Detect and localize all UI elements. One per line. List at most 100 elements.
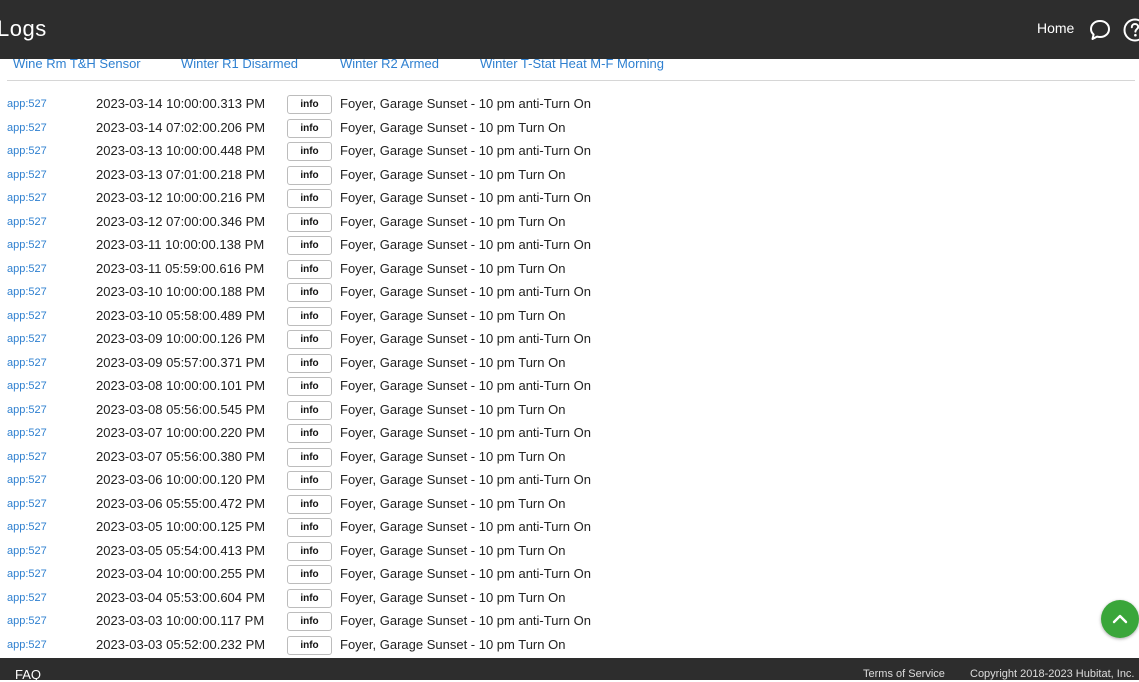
- log-source-link[interactable]: app:527: [7, 216, 47, 228]
- log-message: Foyer, Garage Sunset - 10 pm anti-Turn O…: [340, 519, 591, 534]
- log-message: Foyer, Garage Sunset - 10 pm anti-Turn O…: [340, 190, 591, 205]
- log-timestamp: 2023-03-09 05:57:00.371 PM: [96, 355, 265, 370]
- log-level-badge: info: [287, 424, 332, 443]
- top-bar: Logs Home: [0, 0, 1139, 59]
- page-title: Logs: [0, 16, 47, 42]
- log-message: Foyer, Garage Sunset - 10 pm Turn On: [340, 496, 565, 511]
- log-source-link[interactable]: app:527: [7, 498, 47, 510]
- footer: FAQ Terms of Service Copyright 2018-2023…: [0, 658, 1139, 680]
- log-source-link[interactable]: app:527: [7, 404, 47, 416]
- log-row: app:5272023-03-04 05:53:00.604 PMinfoFoy…: [0, 586, 1139, 610]
- log-source-link[interactable]: app:527: [7, 239, 47, 251]
- divider: [7, 80, 1135, 81]
- log-level-badge: info: [287, 307, 332, 326]
- log-timestamp: 2023-03-14 10:00:00.313 PM: [96, 96, 265, 111]
- log-message: Foyer, Garage Sunset - 10 pm Turn On: [340, 637, 565, 652]
- log-timestamp: 2023-03-10 10:00:00.188 PM: [96, 284, 265, 299]
- log-level-badge: info: [287, 636, 332, 655]
- log-source-link[interactable]: app:527: [7, 427, 47, 439]
- home-link[interactable]: Home: [1037, 20, 1074, 36]
- log-timestamp: 2023-03-05 05:54:00.413 PM: [96, 543, 265, 558]
- log-timestamp: 2023-03-08 10:00:00.101 PM: [96, 378, 265, 393]
- log-source-link[interactable]: app:527: [7, 169, 47, 181]
- log-source-link[interactable]: app:527: [7, 263, 47, 275]
- log-message: Foyer, Garage Sunset - 10 pm anti-Turn O…: [340, 472, 591, 487]
- log-source-link[interactable]: app:527: [7, 286, 47, 298]
- log-timestamp: 2023-03-06 05:55:00.472 PM: [96, 496, 265, 511]
- log-level-badge: info: [287, 142, 332, 161]
- log-level-badge: info: [287, 95, 332, 114]
- log-message: Foyer, Garage Sunset - 10 pm Turn On: [340, 449, 565, 464]
- log-level-badge: info: [287, 166, 332, 185]
- chat-bubble-icon[interactable]: [1088, 18, 1112, 42]
- log-level-badge: info: [287, 283, 332, 302]
- log-timestamp: 2023-03-08 05:56:00.545 PM: [96, 402, 265, 417]
- log-level-badge: info: [287, 495, 332, 514]
- log-row: app:5272023-03-04 10:00:00.255 PMinfoFoy…: [0, 562, 1139, 586]
- log-message: Foyer, Garage Sunset - 10 pm Turn On: [340, 120, 565, 135]
- log-source-link[interactable]: app:527: [7, 568, 47, 580]
- log-level-badge: info: [287, 189, 332, 208]
- log-source-link[interactable]: app:527: [7, 639, 47, 651]
- log-timestamp: 2023-03-10 05:58:00.489 PM: [96, 308, 265, 323]
- log-source-link[interactable]: app:527: [7, 380, 47, 392]
- scroll-to-top-button[interactable]: [1101, 600, 1139, 638]
- log-message: Foyer, Garage Sunset - 10 pm Turn On: [340, 167, 565, 182]
- log-timestamp: 2023-03-04 05:53:00.604 PM: [96, 590, 265, 605]
- log-source-link[interactable]: app:527: [7, 145, 47, 157]
- log-level-badge: info: [287, 236, 332, 255]
- help-icon[interactable]: [1122, 17, 1139, 43]
- log-level-badge: info: [287, 565, 332, 584]
- log-source-link[interactable]: app:527: [7, 451, 47, 463]
- log-message: Foyer, Garage Sunset - 10 pm anti-Turn O…: [340, 613, 591, 628]
- log-timestamp: 2023-03-14 07:02:00.206 PM: [96, 120, 265, 135]
- log-list: app:527 2023-03-14 10:00:00.313 PM info Foy…: [0, 92, 1139, 656]
- log-timestamp: 2023-03-11 10:00:00.138 PM: [96, 237, 264, 252]
- log-source-link[interactable]: app:527: [7, 357, 47, 369]
- log-message: Foyer, Garage Sunset - 10 pm Turn On: [340, 543, 565, 558]
- log-level-badge: info: [287, 518, 332, 537]
- log-source-link[interactable]: app:527: [7, 592, 47, 604]
- log-level-badge: info: [287, 377, 332, 396]
- log-message: Foyer, Garage Sunset - 10 pm anti-Turn O…: [340, 143, 591, 158]
- log-row: app:5272023-03-13 07:01:00.218 PMinfoFoy…: [0, 163, 1139, 187]
- log-source-link[interactable]: app:527: [7, 615, 47, 627]
- log-source-link[interactable]: app:527: [7, 521, 47, 533]
- log-row: app:5272023-03-07 05:56:00.380 PMinfoFoy…: [0, 445, 1139, 469]
- log-message: Foyer, Garage Sunset - 10 pm anti-Turn O…: [340, 331, 591, 346]
- log-row: app:5272023-03-12 10:00:00.216 PMinfoFoy…: [0, 186, 1139, 210]
- log-row: app:527 2023-03-06 05:55:00.472 PM info Foy…: [0, 492, 1139, 516]
- terms-link[interactable]: Terms of Service: [863, 668, 945, 680]
- log-source-link[interactable]: app:527: [7, 474, 47, 486]
- chevron-up-icon: [1110, 609, 1130, 629]
- log-timestamp: 2023-03-09 10:00:00.126 PM: [96, 331, 265, 346]
- log-row: app:5272023-03-05 10:00:00.125 PMinfoFoy…: [0, 515, 1139, 539]
- log-row: app:5272023-03-11 05:59:00.616 PMinfoFoy…: [0, 257, 1139, 281]
- log-source-link[interactable]: app:527: [7, 98, 47, 110]
- log-row: app:5272023-03-07 10:00:00.220 PMinfoFoy…: [0, 421, 1139, 445]
- log-row: app:527 2023-03-10 05:58:00.489 PM info Foy…: [0, 304, 1139, 328]
- log-message: Foyer, Garage Sunset - 10 pm Turn On: [340, 402, 565, 417]
- log-source-link[interactable]: app:527: [7, 545, 47, 557]
- log-level-badge: info: [287, 612, 332, 631]
- log-source-link[interactable]: app:527: [7, 310, 47, 322]
- log-level-badge: info: [287, 589, 332, 608]
- log-message: Foyer, Garage Sunset - 10 pm Turn On: [340, 355, 565, 370]
- log-source-link[interactable]: app:527: [7, 333, 47, 345]
- log-row: app:5272023-03-11 10:00:00.138 PMinfoFoy…: [0, 233, 1139, 257]
- log-source-link[interactable]: app:527: [7, 122, 47, 134]
- log-source-link[interactable]: app:527: [7, 192, 47, 204]
- log-row: app:5272023-03-03 10:00:00.117 PMinfoFoy…: [0, 609, 1139, 633]
- log-timestamp: 2023-03-07 10:00:00.220 PM: [96, 425, 265, 440]
- log-message: Foyer, Garage Sunset - 10 pm Turn On: [340, 261, 565, 276]
- log-message: Foyer, Garage Sunset - 10 pm anti-Turn O…: [340, 378, 591, 393]
- log-message: Foyer, Garage Sunset - 10 pm Turn On: [340, 308, 565, 323]
- log-row: app:5272023-03-09 05:57:00.371 PMinfoFoy…: [0, 351, 1139, 375]
- log-timestamp: 2023-03-13 10:00:00.448 PM: [96, 143, 265, 158]
- log-level-badge: info: [287, 542, 332, 561]
- log-message: Foyer, Garage Sunset - 10 pm Turn On: [340, 214, 565, 229]
- log-row: app:527 2023-03-08 10:00:00.101 PM info Foy…: [0, 374, 1139, 398]
- log-timestamp: 2023-03-04 10:00:00.255 PM: [96, 566, 265, 581]
- log-row: app:5272023-03-03 05:52:00.232 PMinfoFoy…: [0, 633, 1139, 657]
- log-row: app:5272023-03-12 07:00:00.346 PMinfoFoy…: [0, 210, 1139, 234]
